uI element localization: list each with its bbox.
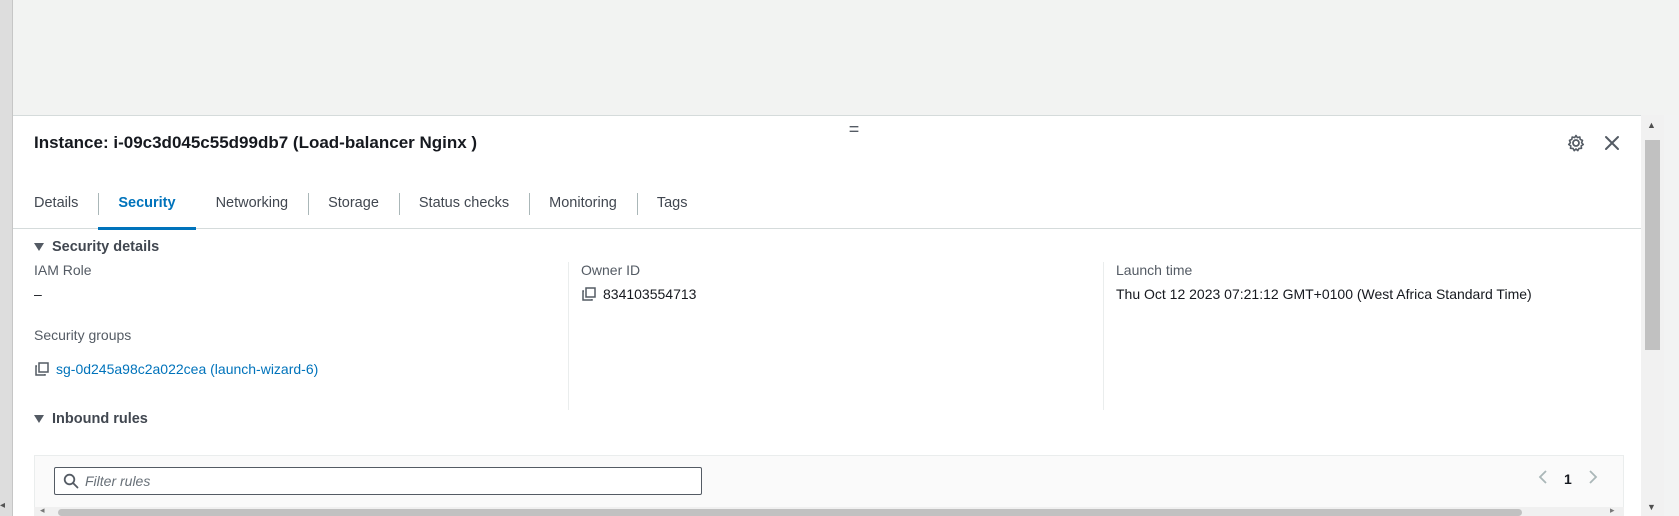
vertical-scrollbar[interactable]: ▲ ▼ — [1641, 115, 1664, 516]
next-page-icon[interactable] — [1588, 469, 1598, 488]
horizontal-scrollbar[interactable]: ◂ ▸ — [34, 505, 1624, 516]
security-group-link[interactable]: sg-0d245a98c2a022cea (launch-wizard-6) — [56, 361, 318, 377]
inbound-rules-header: Inbound rules — [52, 411, 148, 427]
current-page-number[interactable]: 1 — [1564, 471, 1572, 487]
caret-down-icon — [34, 243, 44, 251]
horizontal-scrollbar-thumb[interactable] — [58, 509, 1522, 516]
tab-storage[interactable]: Storage — [308, 178, 399, 229]
launch-time-label: Launch time — [1116, 262, 1193, 278]
tab-tags[interactable]: Tags — [636, 178, 708, 229]
copy-icon[interactable] — [34, 361, 50, 377]
tab-monitoring[interactable]: Monitoring — [529, 178, 637, 229]
tab-networking[interactable]: Networking — [196, 178, 309, 229]
close-icon[interactable] — [1601, 132, 1623, 154]
owner-id-label: Owner ID — [581, 262, 641, 278]
left-panel-strip — [0, 0, 13, 516]
tab-bar: Details Security Networking Storage Stat… — [13, 178, 1641, 230]
copy-icon[interactable] — [581, 286, 597, 302]
iam-role-value: – — [34, 286, 42, 302]
search-icon — [63, 473, 79, 489]
security-details-header: Security details — [52, 239, 160, 255]
scroll-left-icon[interactable]: ◂ — [40, 505, 45, 516]
tab-security[interactable]: Security — [98, 178, 196, 230]
panel-title: Instance: i-09c3d045c55d99db7 (Load-bala… — [34, 133, 478, 152]
instances-list-area — [13, 0, 1679, 115]
inbound-rules-toggle[interactable]: Inbound rules — [34, 411, 148, 427]
tab-status-checks[interactable]: Status checks — [398, 178, 529, 229]
pagination: 1 — [1538, 469, 1598, 488]
security-column-2: Owner ID 834103554713 — [569, 262, 1104, 410]
instance-details-panel: = Instance: i-09c3d045c55d99db7 (Load-ba… — [13, 115, 1641, 516]
owner-id-value: 834103554713 — [603, 286, 697, 302]
security-groups-label: Security groups — [34, 327, 132, 343]
filter-rules-input[interactable] — [85, 473, 685, 489]
scroll-up-icon[interactable]: ▲ — [1647, 120, 1656, 130]
vertical-scrollbar-thumb[interactable] — [1645, 140, 1660, 350]
security-group-item: sg-0d245a98c2a022cea (launch-wizard-6) — [34, 361, 568, 377]
tab-details[interactable]: Details — [13, 178, 98, 229]
drag-handle-icon[interactable]: = — [843, 120, 865, 138]
security-column-3: Launch time Thu Oct 12 2023 07:21:12 GMT… — [1104, 262, 1624, 410]
launch-time-value: Thu Oct 12 2023 07:21:12 GMT+0100 (West … — [1116, 286, 1532, 302]
iam-role-label: IAM Role — [34, 262, 92, 278]
caret-down-icon — [34, 415, 44, 423]
filter-rules-field[interactable] — [54, 467, 702, 495]
scroll-right-icon[interactable]: ▸ — [1610, 505, 1615, 516]
previous-page-icon[interactable] — [1538, 469, 1548, 488]
security-details-toggle[interactable]: Security details — [34, 239, 159, 255]
scroll-left-arrow-icon[interactable]: ◂ — [0, 500, 5, 511]
owner-id-field: 834103554713 — [569, 286, 1103, 302]
gear-icon[interactable] — [1565, 132, 1587, 154]
security-column-1: IAM Role – Security groups sg-0d245a98c2… — [34, 262, 569, 410]
scroll-down-icon[interactable]: ▼ — [1647, 502, 1656, 512]
